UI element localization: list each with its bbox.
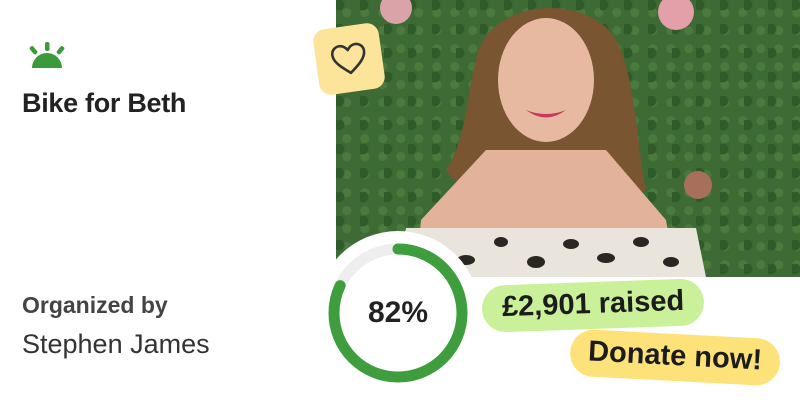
organizer-label: Organized by [22,292,168,318]
organizer-name: Stephen James [22,329,210,359]
campaign-title: Bike for Beth [22,88,187,118]
progress-percent: 82% [367,296,429,329]
heart-icon [330,42,366,75]
raised-amount-badge: £2,901 raised [481,278,705,333]
favorite-badge[interactable] [311,21,387,97]
donate-button[interactable]: Donate now! [568,328,782,387]
sunrise-logo-icon [29,42,65,68]
